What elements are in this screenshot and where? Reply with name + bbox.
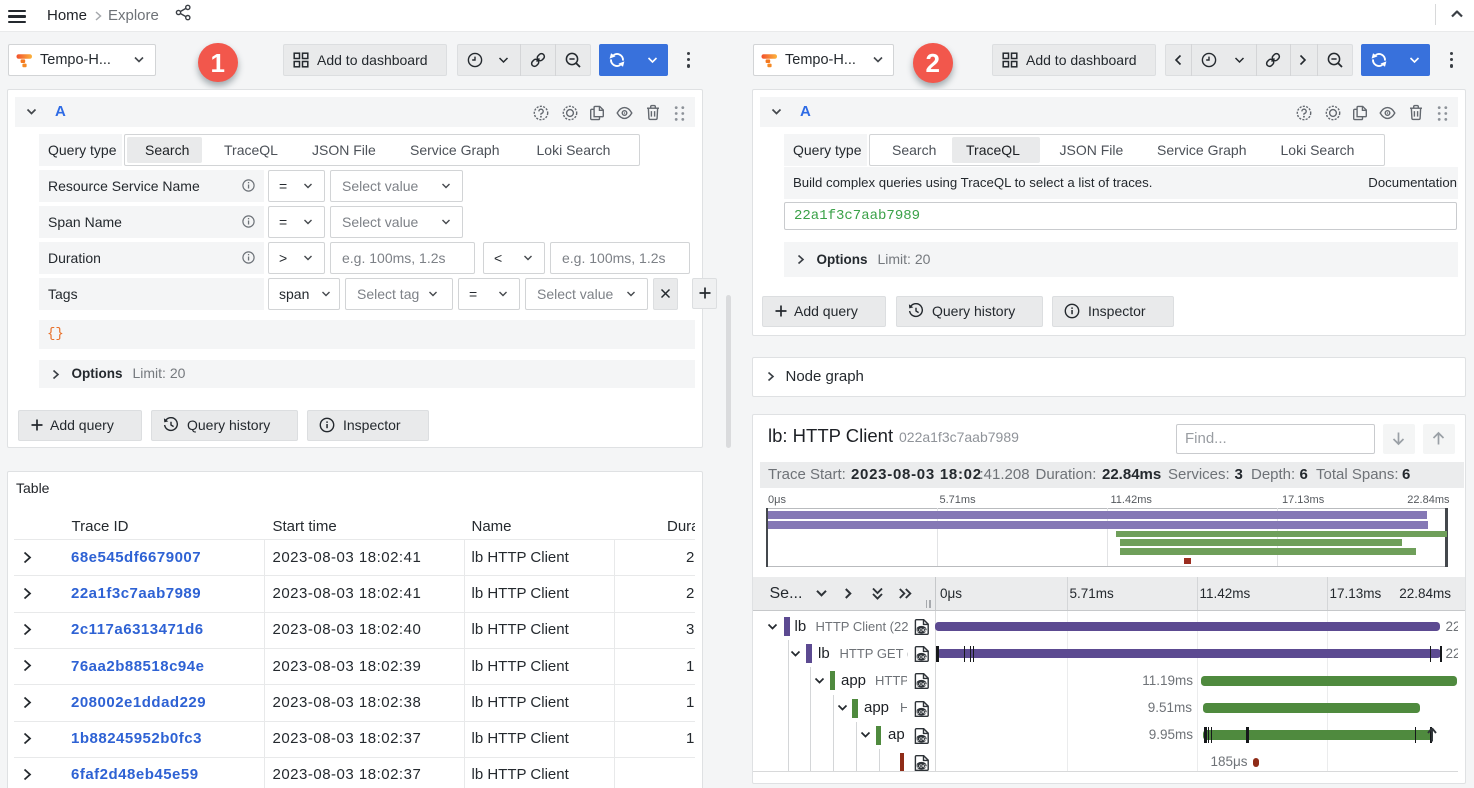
svg-text:LOG: LOG: [916, 736, 927, 742]
svg-text:LOG: LOG: [916, 682, 927, 688]
svg-text:LOG: LOG: [916, 655, 927, 661]
svg-text:LOG: LOG: [916, 628, 927, 634]
svg-text:LOG: LOG: [916, 763, 927, 769]
svg-text:LOG: LOG: [916, 709, 927, 715]
